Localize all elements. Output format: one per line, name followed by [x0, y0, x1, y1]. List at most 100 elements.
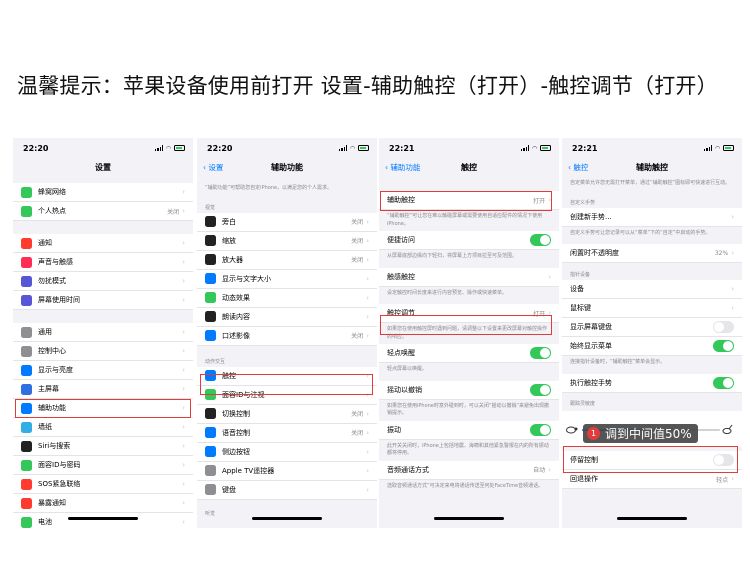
back-button[interactable]: ‹ 设置	[203, 162, 223, 173]
row-mouse-keys[interactable]: 鼠标键 ›	[562, 299, 742, 318]
home-indicator	[617, 517, 687, 520]
row-label: 屏幕使用时间	[38, 296, 80, 304]
page-title: 辅助功能	[271, 163, 303, 172]
row-touch-accommodations[interactable]: 触控调节 打开 ›	[379, 304, 559, 323]
row-call-audio-routing[interactable]: 音频通话方式 自动 ›	[379, 460, 559, 480]
tap-to-wake-toggle[interactable]	[530, 347, 551, 359]
row-shake-to-undo[interactable]: 摇动以撤销	[379, 380, 559, 400]
row-item[interactable]: 通用 ›	[13, 323, 193, 342]
row-item[interactable]: 切换控制 关闭 ›	[197, 404, 377, 424]
row-item[interactable]: 缩放 关闭 ›	[197, 231, 377, 251]
row-item[interactable]: 面容ID与密码 ›	[13, 456, 193, 475]
signal-icon	[155, 145, 164, 151]
step-number-badge: 1	[587, 427, 600, 440]
shake-to-undo-toggle[interactable]	[530, 383, 551, 396]
row-always-show-menu[interactable]: 始终显示菜单	[562, 337, 742, 356]
row-idle-opacity[interactable]: 闲置时不透明度 32% ›	[562, 244, 742, 263]
row-item[interactable]: 动态效果 ›	[197, 288, 377, 308]
row-label: Siri与搜索	[38, 442, 71, 450]
row-item[interactable]: 主屏幕 ›	[13, 380, 193, 399]
row-assistive-touch[interactable]: 辅助触控 打开 ›	[379, 191, 559, 210]
row-label: 通知	[38, 239, 52, 247]
row-item[interactable]: 电池 ›	[13, 513, 193, 528]
row-item[interactable]: 口述影像 关闭 ›	[197, 326, 377, 346]
row-item[interactable]: SOS紧急联络 ›	[13, 475, 193, 494]
chevron-right-icon: ›	[182, 461, 185, 469]
row-label: 语音控制	[222, 428, 250, 437]
callout-text: 调到中间值50%	[605, 427, 692, 441]
home-indicator	[68, 517, 138, 520]
row-item[interactable]: 蜂窝网络 ›	[13, 183, 193, 202]
row-item[interactable]: 墙纸 ›	[13, 418, 193, 437]
speech-bubble-icon	[205, 311, 216, 322]
zoom-icon	[205, 235, 216, 246]
always-show-menu-toggle[interactable]	[713, 340, 734, 352]
phone-screen-accessibility: 22:20 ◠ ‹ 设置 辅助功能 “辅助功能”可帮助您自定iPhone，以满足…	[197, 138, 377, 528]
row-item[interactable]: Apple TV遥控器 ›	[197, 461, 377, 481]
row-tap-to-wake[interactable]: 轻点唤醒	[379, 344, 559, 363]
row-item[interactable]: Siri与搜索 ›	[13, 437, 193, 456]
row-label: 键盘	[222, 485, 236, 494]
dwell-toggle[interactable]	[713, 454, 734, 466]
row-label: 口述影像	[222, 331, 250, 340]
row-item[interactable]: 键盘 ›	[197, 480, 377, 500]
tap-to-wake-description: 轻点屏幕以唤醒。	[379, 363, 559, 377]
row-item[interactable]: 声音与触感 ›	[13, 253, 193, 272]
tracking-sensitivity-label: 跟踪灵敏度	[562, 392, 742, 411]
chevron-right-icon: ›	[366, 390, 369, 399]
row-label: 动态效果	[222, 293, 250, 302]
chevron-right-icon: ›	[731, 285, 734, 293]
row-item[interactable]: 面容ID与注视 ›	[197, 385, 377, 405]
audio-description-icon	[205, 330, 216, 341]
row-dwell-control[interactable]: 停留控制	[562, 451, 742, 470]
chevron-right-icon: ›	[731, 304, 734, 312]
row-devices[interactable]: 设备 ›	[562, 280, 742, 299]
section-custom-gestures: 自定义手势	[562, 190, 742, 208]
vibration-toggle[interactable]	[530, 423, 551, 436]
row-item[interactable]: 显示与亮度 ›	[13, 361, 193, 380]
row-item[interactable]: 控制中心 ›	[13, 342, 193, 361]
row-item[interactable]: 个人热点 关闭 ›	[13, 202, 193, 221]
row-item[interactable]: 放大器 关闭 ›	[197, 250, 377, 270]
create-gesture-description: 自定义手势可让您记录可以从“菜单”下的“自定”中启动的手势。	[562, 226, 742, 240]
battery-icon	[358, 145, 369, 151]
chevron-right-icon: ›	[366, 331, 369, 340]
back-button[interactable]: ‹ 触控	[568, 162, 588, 173]
row-haptic-touch[interactable]: 触感触控 ›	[379, 267, 559, 287]
row-item[interactable]: 辅助功能 ›	[13, 399, 193, 418]
row-label: 个人热点	[38, 207, 66, 215]
row-reachability[interactable]: 便捷访问	[379, 231, 559, 250]
row-item[interactable]: 旁白 关闭 ›	[197, 212, 377, 232]
row-item[interactable]: 勿扰模式 ›	[13, 272, 193, 291]
row-create-gesture[interactable]: 创建新手势... ›	[562, 207, 742, 227]
face-id-icon	[21, 459, 32, 471]
row-fallback-action[interactable]: 回退操作 轻点 ›	[562, 470, 742, 489]
back-button[interactable]: ‹ 辅助功能	[385, 162, 420, 173]
row-perform-gestures[interactable]: 执行触控手势	[562, 373, 742, 393]
row-label: Apple TV遥控器	[222, 466, 275, 475]
row-item[interactable]: 朗读内容 ›	[197, 307, 377, 327]
row-label: 通用	[38, 328, 52, 336]
chevron-right-icon: ›	[182, 442, 185, 450]
row-label: 显示与亮度	[38, 366, 73, 374]
chevron-right-icon: ›	[182, 499, 185, 507]
row-item[interactable]: 侧边按钮 ›	[197, 442, 377, 462]
row-label: 侧边按钮	[222, 447, 250, 456]
row-item[interactable]: 语音控制 关闭 ›	[197, 423, 377, 443]
row-value: 关闭	[351, 430, 364, 437]
row-item[interactable]: 通知 ›	[13, 234, 193, 253]
gear-icon	[21, 326, 32, 338]
reachability-toggle[interactable]	[530, 234, 551, 246]
row-item[interactable]: 暴露通知 ›	[13, 494, 193, 513]
status-bar: 22:20 ◠	[197, 138, 377, 158]
row-vibration[interactable]: 振动	[379, 420, 559, 440]
row-item[interactable]: 触控 ›	[197, 366, 377, 386]
row-item[interactable]: 屏幕使用时间 ›	[13, 291, 193, 310]
perform-gestures-toggle[interactable]	[713, 376, 734, 389]
row-show-keyboard[interactable]: 显示屏幕键盘	[562, 318, 742, 337]
tortoise-icon	[566, 426, 578, 434]
chevron-right-icon: ›	[548, 309, 551, 317]
show-keyboard-toggle[interactable]	[713, 321, 734, 333]
chevron-right-icon: ›	[366, 466, 369, 475]
row-item[interactable]: 显示与文字大小 ›	[197, 269, 377, 289]
